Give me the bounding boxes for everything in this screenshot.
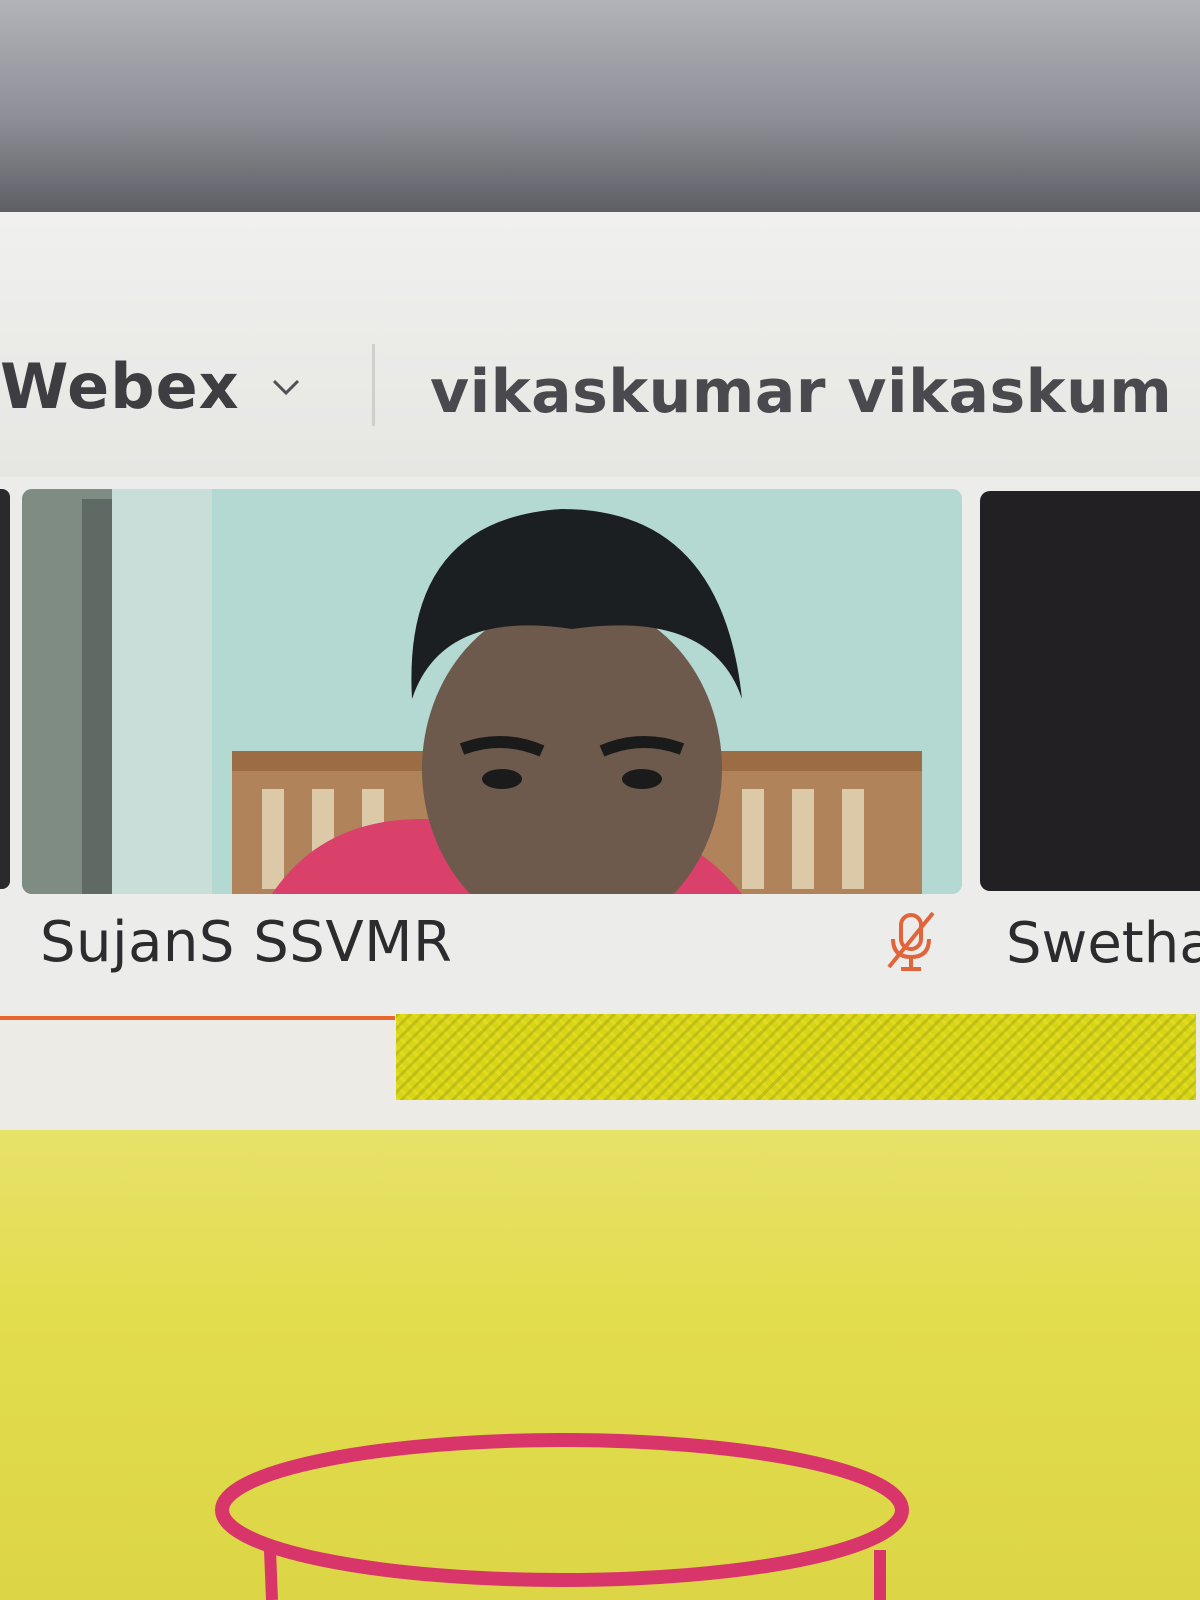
- app-switcher[interactable]: Webex: [0, 350, 306, 423]
- active-tab-indicator: [0, 1016, 395, 1020]
- participant-name: SujanS SSVMR: [40, 909, 453, 975]
- participant-nameplate: SujanS SSVMR: [22, 897, 962, 987]
- whiteboard-drawing: [215, 1433, 909, 1600]
- chevron-down-icon[interactable]: [266, 367, 306, 407]
- header-divider: [372, 344, 375, 426]
- participant-name-2: Swetha: [1006, 911, 1200, 976]
- shared-whiteboard[interactable]: [0, 1130, 1200, 1600]
- shared-content-highlight: [396, 1014, 1196, 1100]
- webex-window: Webex vikaskumar vikaskum SujanS SSVMR S…: [0, 212, 1200, 1600]
- meeting-title: vikaskumar vikaskum: [430, 357, 1173, 427]
- app-header: Webex vikaskumar vikaskum: [0, 212, 1200, 477]
- participant-tile-partial-right[interactable]: [980, 491, 1200, 891]
- content-tab-bar: [0, 1012, 1200, 1130]
- participant-video-feed: [22, 489, 962, 894]
- app-name: Webex: [0, 350, 240, 423]
- participant-strip: SujanS SSVMR Swetha: [0, 477, 1200, 1017]
- participant-video-tile[interactable]: [22, 489, 962, 894]
- microphone-muted-icon: [887, 911, 935, 971]
- participant-tile-partial-left[interactable]: [0, 489, 10, 889]
- monitor-bezel: [0, 0, 1200, 215]
